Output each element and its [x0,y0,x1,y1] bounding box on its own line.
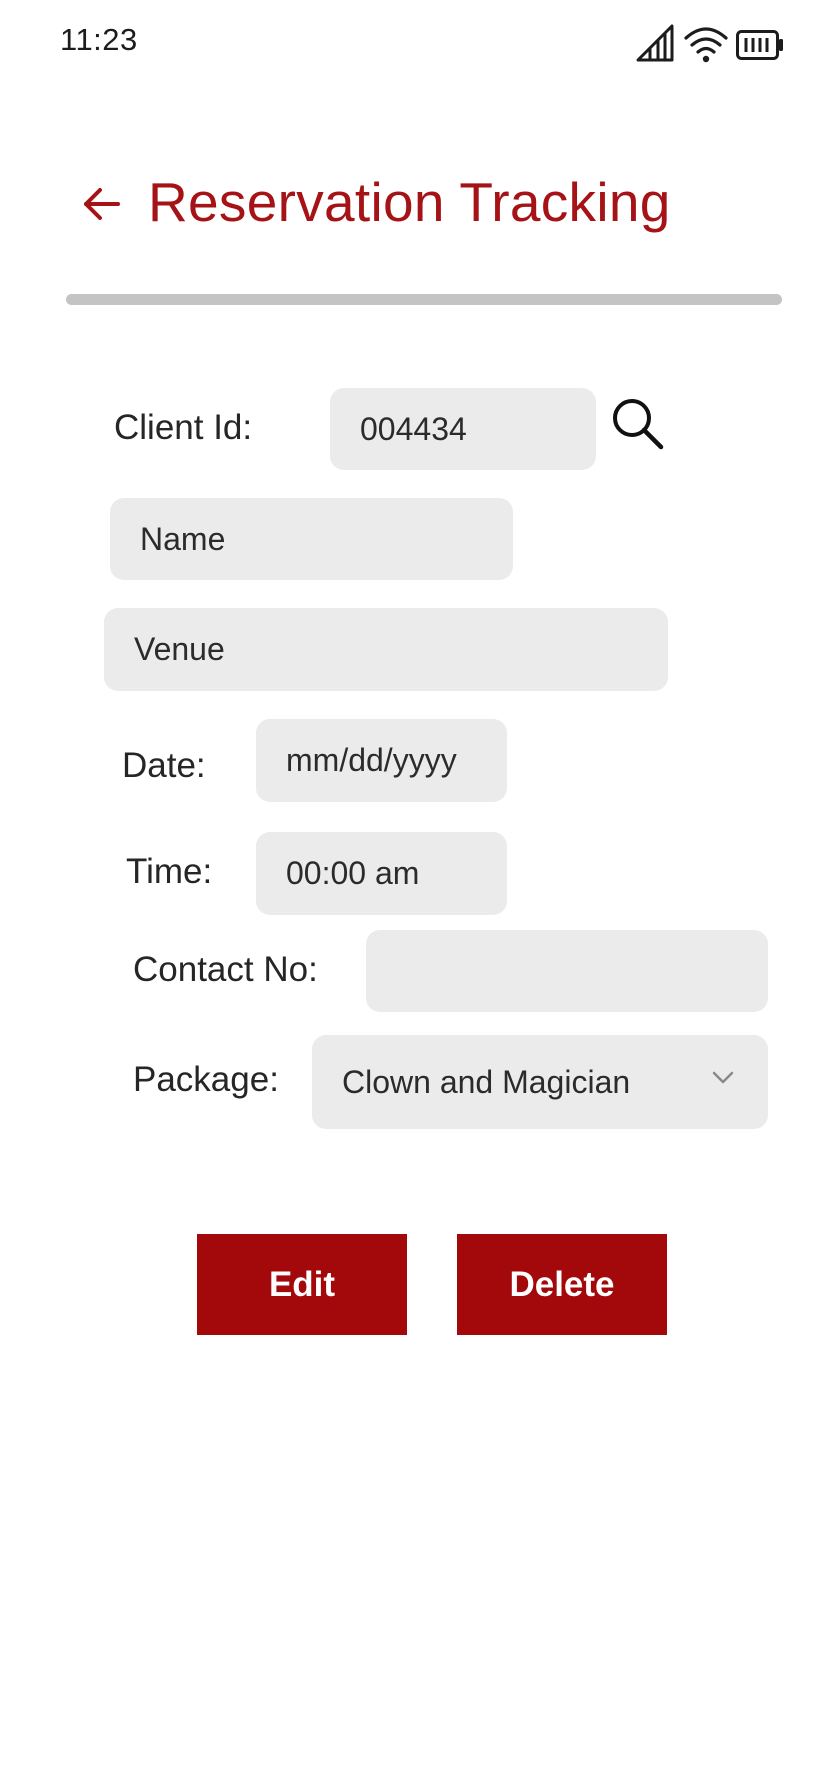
package-label: Package: [133,1060,279,1099]
client-id-field[interactable]: 004434 [330,388,596,470]
delete-button[interactable]: Delete [457,1234,667,1335]
name-input[interactable] [110,498,513,580]
battery-icon [736,30,783,60]
search-button[interactable] [610,396,666,452]
date-input[interactable] [256,719,507,802]
header-divider [66,294,782,305]
contact-no-label: Contact No: [133,950,318,989]
time-input[interactable] [256,832,507,915]
package-select[interactable]: Clown and Magician [312,1035,768,1129]
signal-icon [636,24,674,62]
contact-no-input[interactable] [366,930,768,1012]
date-label: Date: [122,746,206,785]
time-label: Time: [126,852,213,891]
back-button[interactable] [78,180,126,228]
chevron-down-icon [712,1071,734,1084]
venue-input[interactable] [104,608,668,691]
edit-button[interactable]: Edit [197,1234,407,1335]
package-selected-value: Clown and Magician [342,1063,631,1100]
page-title: Reservation Tracking [148,171,671,233]
status-icons [636,24,784,64]
search-icon [613,399,664,450]
wifi-icon [684,27,728,63]
arrow-left-icon [84,188,120,220]
client-id-label: Client Id: [114,408,253,447]
status-time: 11:23 [60,22,138,57]
